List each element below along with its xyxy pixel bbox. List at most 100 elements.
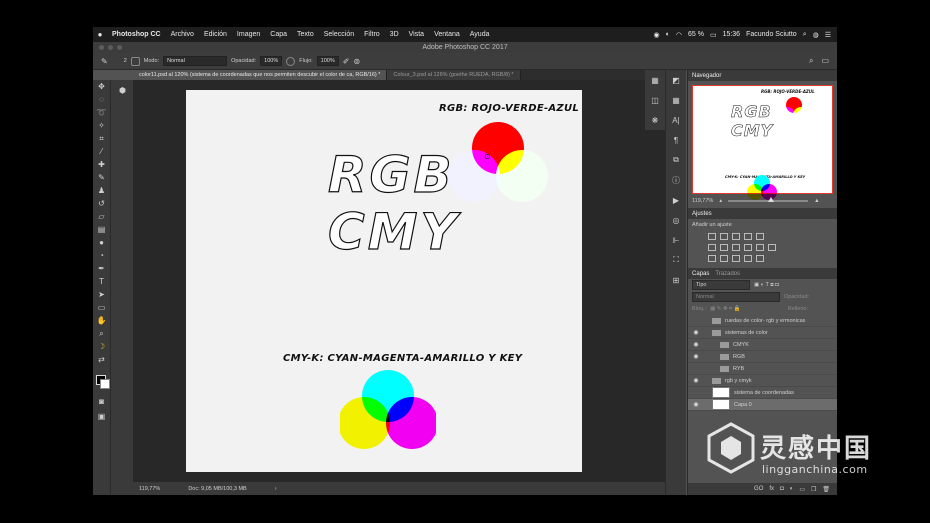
brush-panel-icon[interactable] [130, 56, 140, 66]
menu-ventana[interactable]: Ventana [429, 31, 465, 38]
layer-row[interactable]: ◉ RGB [688, 351, 837, 363]
layer-row[interactable]: ◉ Capa 0 [688, 399, 837, 411]
history-icon[interactable]: ◎ [666, 210, 686, 230]
airbrush-icon[interactable]: ✐ [343, 57, 350, 66]
wifi-icon[interactable]: ◠ [676, 31, 682, 39]
pressure-size-icon[interactable]: ⊚ [353, 57, 360, 66]
menu-filtro[interactable]: Filtro [359, 31, 385, 38]
navigator-thumbnail[interactable]: RGB: ROJO-VERDE-AZUL RGB CMY CMY-K: CYAN… [692, 85, 833, 200]
zoom-out-icon[interactable]: ▴ [719, 198, 722, 204]
navigator-zoom-slider[interactable] [728, 197, 809, 202]
histogram-icon[interactable]: ▦ [645, 70, 665, 90]
menu-seleccion[interactable]: Selección [319, 31, 359, 38]
menu-texto[interactable]: Texto [292, 31, 319, 38]
layer-row[interactable]: ◉ rgb y cmyk [688, 375, 837, 387]
document-canvas[interactable]: RGB: ROJO-VERDE-AZUL RGB CMY CMY-K: CYAN… [186, 90, 582, 472]
vibrance-icon[interactable] [756, 233, 764, 240]
tab-navigator[interactable]: Navegador [692, 73, 721, 79]
tab-paths[interactable]: Trazados [715, 271, 740, 277]
paragraph-icon[interactable]: ¶ [666, 130, 686, 150]
lasso-tool-icon[interactable]: ➰ [93, 106, 110, 119]
apple-icon[interactable]: ● [93, 30, 107, 39]
levels-icon[interactable] [720, 233, 728, 240]
lock-icons[interactable]: ▦ ✎ ✥ ⌗ 🔒 [710, 306, 740, 313]
brush-tool-icon-side[interactable]: ✎ [93, 171, 110, 184]
exposure-icon[interactable] [744, 233, 752, 240]
timeline-icon[interactable]: ⊞ [666, 270, 686, 290]
tab-color11[interactable]: color11.psd al 120% (sistema de coordena… [133, 70, 388, 80]
magic-wand-icon[interactable]: ✧ [93, 119, 110, 132]
eraser-tool-icon[interactable]: ▱ [93, 210, 110, 223]
stamp-tool-icon[interactable]: ♟ [93, 184, 110, 197]
visibility-eye-icon[interactable]: ◉ [692, 401, 700, 408]
path-select-icon[interactable]: ➤ [93, 288, 110, 301]
tab-colour3[interactable]: Colour_3.psd al 126% (goethe RUEDA, RGB/… [387, 70, 521, 80]
hue-sat-icon[interactable] [708, 244, 716, 251]
posterize-icon[interactable] [720, 255, 728, 262]
spotlight-icon[interactable]: ⌕ [803, 31, 807, 39]
filter-icons[interactable]: ▣ ◐ T ⧈ ◘ [754, 282, 779, 289]
battery-text[interactable]: 65 % [688, 31, 704, 38]
visibility-eye-icon[interactable]: ◉ [692, 353, 700, 360]
healing-brush-icon[interactable]: ✚ [93, 158, 110, 171]
status-arrow-icon[interactable]: › [275, 486, 277, 492]
threshold-icon[interactable] [732, 255, 740, 262]
actions-icon[interactable]: ▶ [666, 190, 686, 210]
background-color-swatch[interactable] [100, 379, 110, 389]
record-icon[interactable]: ◉ [654, 31, 660, 39]
gradient-tool-icon[interactable]: ▤ [93, 223, 110, 236]
blend-mode-select[interactable]: Normal [692, 292, 780, 302]
menu-imagen[interactable]: Imagen [232, 31, 265, 38]
selective-color-icon[interactable] [756, 255, 764, 262]
layer-row[interactable]: ◉ CMYK [688, 339, 837, 351]
cc-libraries-icon[interactable]: ❋ [645, 110, 665, 130]
close-window-button[interactable] [99, 45, 104, 50]
notifications-icon[interactable]: ☰ [825, 31, 831, 39]
pressure-opacity-icon[interactable] [286, 56, 296, 66]
channel-mixer-icon[interactable] [756, 244, 764, 251]
black-white-icon[interactable] [732, 244, 740, 251]
canvas-area[interactable]: RGB: ROJO-VERDE-AZUL RGB CMY CMY-K: CYAN… [133, 80, 685, 482]
clock[interactable]: 15:36 [723, 31, 741, 38]
zoom-tool-icon[interactable]: ⌕ [93, 327, 110, 340]
flow-field[interactable]: 100% [316, 56, 339, 66]
share-icon[interactable]: ⬢ [111, 80, 134, 100]
layer-row[interactable]: sistema de coordenadas [688, 387, 837, 399]
rectangle-tool-icon[interactable]: ▭ [93, 301, 110, 314]
photo-filter-icon[interactable] [744, 244, 752, 251]
brightness-icon[interactable] [708, 233, 716, 240]
menu-ayuda[interactable]: Ayuda [465, 31, 495, 38]
pen-tool-icon[interactable]: ✒ [93, 262, 110, 275]
swap-colors-icon[interactable]: ⇄ [93, 353, 110, 366]
mode-select[interactable]: Normal [163, 56, 228, 66]
marquee-tool-icon[interactable]: ◌ [93, 93, 110, 106]
layer-kind-filter[interactable]: Tipo [692, 280, 750, 290]
color-lookup-icon[interactable] [768, 244, 776, 251]
minimize-window-button[interactable] [108, 45, 113, 50]
layer-row[interactable]: RYB [688, 363, 837, 375]
hand-tool-icon[interactable]: ✋ [93, 314, 110, 327]
blur-tool-icon[interactable]: ● [93, 236, 110, 249]
styles-icon[interactable]: ⛶ [666, 250, 686, 270]
character-icon[interactable]: A| [666, 110, 686, 130]
slider-handle[interactable] [768, 197, 775, 202]
menu-edicion[interactable]: Edición [199, 31, 232, 38]
dodge-tool-icon[interactable]: ◔ [93, 249, 110, 262]
zoom-window-button[interactable] [117, 45, 122, 50]
menu-vista[interactable]: Vista [404, 31, 429, 38]
screen-mode-icon[interactable]: ▣ [93, 410, 110, 423]
sync-icon[interactable]: ◐ [666, 31, 670, 38]
siri-icon[interactable]: ◍ [813, 31, 819, 39]
menu-3d[interactable]: 3D [385, 31, 404, 38]
menu-archivo[interactable]: Archivo [166, 31, 199, 38]
banana-icon[interactable]: ☽ [93, 340, 110, 353]
crop-tool-icon[interactable]: ⌗ [93, 132, 110, 145]
opacity-field[interactable]: 100% [260, 56, 283, 66]
info-icon[interactable]: ⓘ [666, 170, 686, 190]
zoom-in-icon[interactable]: ▲ [814, 198, 819, 204]
brushes-icon[interactable]: ⧉ [666, 150, 686, 170]
info-panel-icon[interactable]: ◫ [645, 90, 665, 110]
color-panel-icon[interactable]: ◩ [666, 70, 686, 90]
visibility-eye-icon[interactable]: ◉ [692, 341, 700, 348]
status-zoom[interactable]: 119,77% [139, 486, 160, 492]
